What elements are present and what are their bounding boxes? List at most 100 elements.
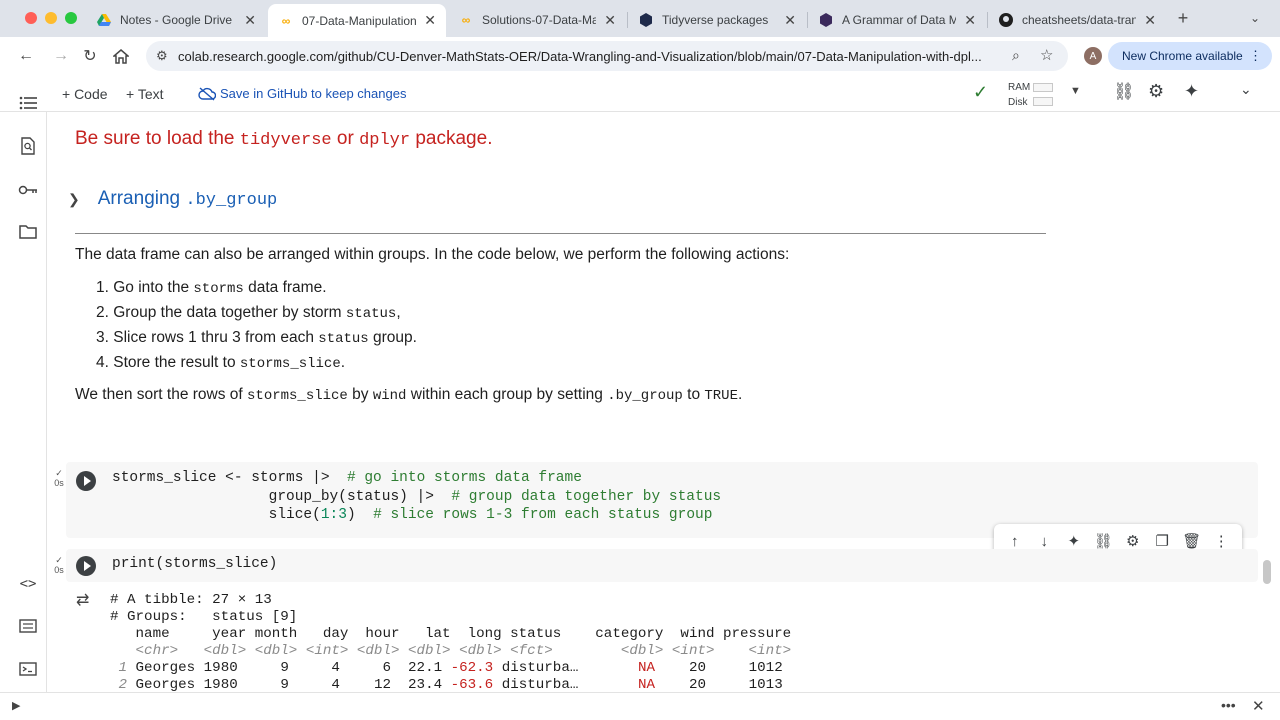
bookmark-star-icon[interactable]: ☆ (1040, 46, 1053, 64)
notebook-content: Be sure to load the tidyverse or dplyr p… (48, 112, 1280, 692)
find-replace-icon[interactable] (17, 135, 39, 157)
browser-tab[interactable]: cheatsheets/data-trans ✕ (988, 5, 1166, 35)
cloud-off-icon (198, 86, 216, 101)
browser-tab[interactable]: Tidyverse packages ✕ (628, 5, 806, 35)
delete-trash-icon[interactable]: 🗑 (1181, 532, 1203, 550)
colab-toolbar: + Code + Text Save in GitHub to keep cha… (0, 75, 1280, 112)
maximize-window-button[interactable] (65, 12, 77, 24)
hex-icon (818, 12, 834, 28)
code-line: storms_slice <- storms |> # go into stor… (112, 470, 582, 486)
code-cell[interactable]: ✓ 0s print(storms_slice) (54, 549, 1258, 582)
disk-bar (1033, 97, 1053, 106)
settings-gear-icon[interactable]: ⚙ (1122, 532, 1144, 550)
hex-icon (638, 12, 654, 28)
connected-check-icon: ✓ (973, 82, 989, 102)
github-icon (998, 12, 1014, 28)
collapse-section-chevron-icon[interactable]: ❯ (68, 191, 80, 208)
close-tab-icon[interactable]: ✕ (1144, 12, 1156, 29)
reload-icon[interactable]: ↻ (79, 45, 101, 67)
link-icon[interactable]: ⛓ (1092, 532, 1114, 550)
files-folder-icon[interactable] (17, 221, 39, 243)
expand-panel-arrow-icon[interactable]: ▶ (12, 699, 20, 712)
profile-avatar[interactable]: A (1084, 47, 1102, 65)
command-palette-icon[interactable] (17, 615, 39, 637)
colab-icon: ∞ (461, 13, 471, 27)
load-package-note: Be sure to load the tidyverse or dplyr p… (75, 128, 493, 150)
heading-divider (75, 233, 1046, 234)
table-row: 2 Georges 1980 9 4 12 23.4 -63.6 disturb… (110, 677, 783, 692)
ram-bar (1033, 83, 1053, 92)
address-bar[interactable]: ⚙ colab.research.google.com/github/CU-De… (146, 41, 1068, 71)
runtime-dropdown-icon[interactable]: ▼ (1070, 85, 1081, 97)
home-icon[interactable] (110, 45, 132, 67)
browser-tab[interactable]: Notes - Google Drive ✕ (86, 5, 266, 35)
tab-search-chevron-icon[interactable]: ⌄ (1244, 7, 1266, 29)
new-chrome-available-button[interactable]: New Chrome available ⋮ (1108, 42, 1272, 70)
mirror-cell-icon[interactable]: ❐ (1151, 532, 1173, 550)
settings-gear-icon[interactable]: ⚙ (1148, 81, 1164, 102)
url-text: colab.research.google.com/github/CU-Denv… (178, 49, 982, 64)
status-bar: ▶ ••• ✕ (0, 692, 1280, 720)
list-item: 3. Slice rows 1 thru 3 from each status … (96, 329, 417, 347)
colab-icon: ∞ (281, 13, 291, 28)
close-tab-icon[interactable]: ✕ (784, 12, 796, 29)
output-types: <chr> <dbl> <dbl> <int> <dbl> <dbl> <dbl… (110, 643, 792, 659)
browser-tab-strip: Notes - Google Drive ✕ ∞ 07-Data-Manipul… (0, 0, 1280, 37)
close-tab-icon[interactable]: ✕ (244, 12, 256, 29)
browser-tab[interactable]: ∞ Solutions-07-Data-Ma ✕ (448, 5, 626, 35)
intro-paragraph: The data frame can also be arranged with… (75, 246, 790, 263)
execution-status: ✓ 0s (54, 555, 64, 575)
browser-tab-active[interactable]: ∞ 07-Data-Manipulation- ✕ (268, 4, 446, 37)
close-icon[interactable]: ✕ (1252, 697, 1265, 715)
new-tab-button[interactable]: + (1172, 7, 1194, 29)
sort-paragraph: We then sort the rows of storms_slice by… (75, 386, 743, 404)
terminal-icon[interactable] (17, 658, 39, 680)
scrollbar-thumb[interactable] (1263, 560, 1271, 584)
run-cell-button[interactable] (76, 471, 96, 491)
list-item: 2. Group the data together by storm stat… (96, 304, 401, 322)
link-icon[interactable]: ⛓ (1113, 82, 1135, 102)
drive-icon (96, 12, 112, 28)
close-tab-icon[interactable]: ✕ (964, 12, 976, 29)
close-tab-icon[interactable]: ✕ (604, 12, 616, 29)
zoom-icon[interactable]: ⌕ (1012, 47, 1020, 64)
browser-nav-bar: ← → ↻ ⚙ colab.research.google.com/github… (0, 37, 1280, 75)
execution-status: ✓ 0s (54, 468, 64, 488)
close-window-button[interactable] (25, 12, 37, 24)
gemini-sparkle-icon[interactable]: ✦ (1063, 532, 1085, 550)
move-cell-up-icon[interactable]: ↑ (1004, 533, 1026, 550)
forward-arrow-icon[interactable]: → (50, 45, 72, 67)
minimize-window-button[interactable] (45, 12, 57, 24)
list-item: 4. Store the result to storms_slice. (96, 354, 346, 372)
close-tab-icon[interactable]: ✕ (424, 12, 436, 29)
disk-label: Disk (1008, 97, 1028, 108)
cell-output: ⇄ # A tibble: 27 × 13 # Groups: status [… (66, 582, 1258, 692)
output-header: name year month day hour lat long status… (110, 626, 792, 642)
secrets-key-icon[interactable] (17, 179, 39, 201)
left-sidebar: <> (8, 96, 47, 692)
code-snippets-icon[interactable]: <> (17, 573, 39, 595)
ram-label: RAM (1008, 82, 1031, 93)
save-github-link[interactable]: Save in GitHub to keep changes (198, 86, 406, 101)
more-horiz-icon[interactable]: ••• (1221, 697, 1236, 713)
table-of-contents-icon[interactable] (17, 92, 39, 114)
collapse-chevron-icon[interactable]: ⌄ (1240, 81, 1252, 98)
list-item: 1. Go into the storms data frame. (96, 279, 327, 297)
table-row: 1 Georges 1980 9 4 6 22.1 -62.3 disturba… (110, 660, 783, 676)
move-cell-down-icon[interactable]: ↓ (1033, 533, 1055, 550)
section-heading: ❯ Arranging .by_group (68, 188, 277, 210)
browser-tab[interactable]: A Grammar of Data Ma ✕ (808, 5, 986, 35)
add-text-button[interactable]: + Text (126, 86, 164, 102)
section-title: Arranging .by_group (97, 188, 278, 210)
code-line: slice(1:3) # slice rows 1-3 from each st… (112, 507, 713, 523)
more-vert-icon: ⋮ (1249, 48, 1262, 63)
output-actions-icon[interactable]: ⇄ (76, 590, 89, 610)
gemini-sparkle-icon[interactable]: ✦ (1184, 81, 1199, 102)
site-settings-icon[interactable]: ⚙ (156, 48, 168, 64)
more-vert-icon[interactable]: ⋮ (1210, 532, 1232, 550)
add-code-button[interactable]: + Code (62, 86, 108, 102)
resource-monitor[interactable]: RAM Disk (1008, 80, 1030, 110)
run-cell-button[interactable] (76, 556, 96, 576)
output-line: # Groups: status [9] (110, 609, 298, 625)
back-arrow-icon[interactable]: ← (15, 45, 37, 67)
